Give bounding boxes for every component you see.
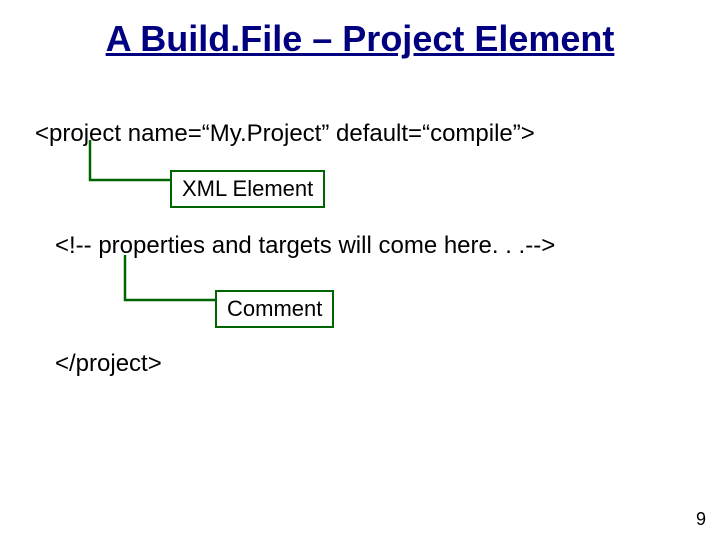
code-project-open: <project name=“My.Project” default=“comp… (35, 120, 535, 148)
label-xml-element: XML Element (170, 170, 325, 208)
label-comment: Comment (215, 290, 334, 328)
connector-xml (80, 140, 180, 200)
code-project-close: </project> (55, 350, 162, 378)
page-number: 9 (696, 509, 706, 530)
slide-title: A Build.File – Project Element (0, 18, 720, 60)
connector-comment (115, 255, 225, 315)
code-comment: <!-- properties and targets will come he… (55, 232, 555, 260)
